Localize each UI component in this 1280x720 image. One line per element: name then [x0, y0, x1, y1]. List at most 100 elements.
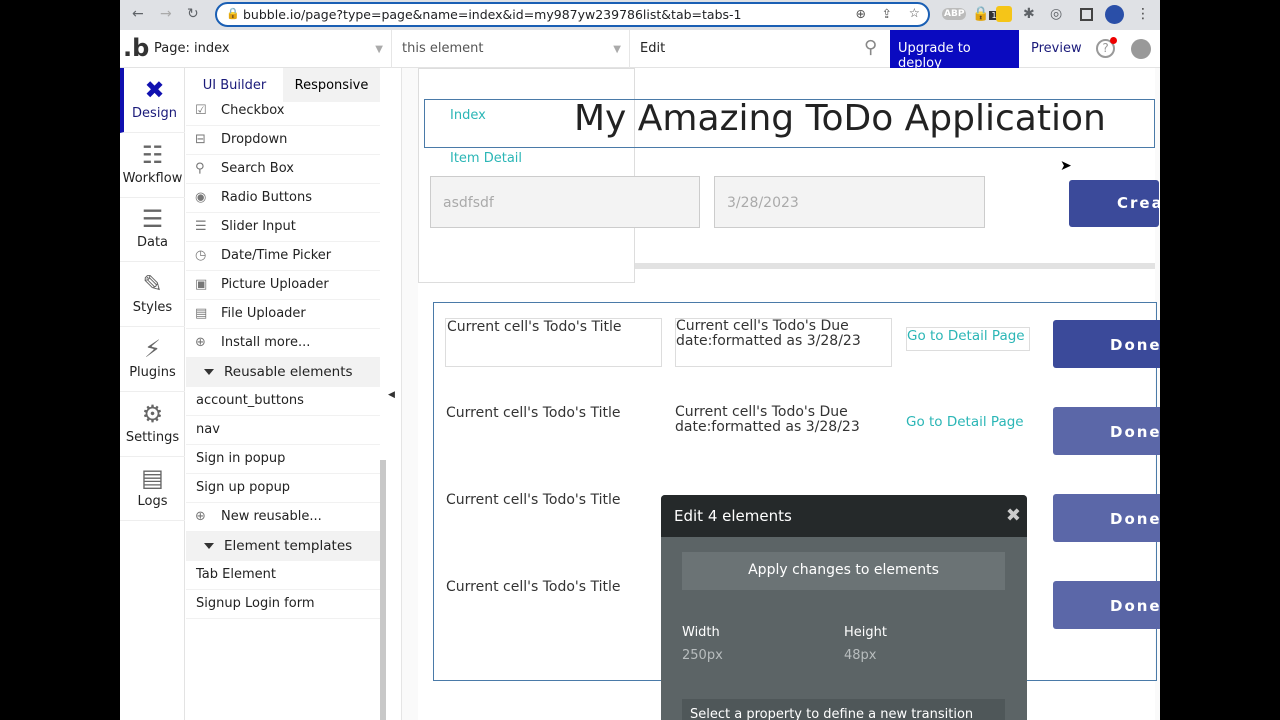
reusable-label: Sign in popup — [196, 451, 286, 466]
design-icon: ✖ — [144, 76, 165, 104]
element-label: Slider Input — [221, 219, 296, 234]
template-item[interactable]: Tab Element — [186, 561, 380, 590]
nav-settings[interactable]: ⚙ Settings — [120, 392, 185, 457]
reusable-item[interactable]: Sign up popup — [186, 474, 380, 503]
index-link[interactable]: Index — [450, 108, 486, 123]
nav-styles[interactable]: ✎ Styles — [120, 262, 185, 328]
collapse-panel-icon[interactable]: ◀ — [388, 390, 395, 400]
todo-title-cell[interactable]: Current cell's Todo's Title — [445, 492, 662, 541]
chevron-down-icon: ▼ — [613, 44, 621, 55]
reusable-item[interactable]: ⊕ New reusable... — [186, 503, 380, 532]
reusable-item[interactable]: nav — [186, 416, 380, 445]
share-icon[interactable]: ⇪ — [882, 6, 892, 21]
page-select-label: Page: index — [154, 41, 230, 56]
template-item[interactable]: Signup Login form — [186, 590, 380, 619]
todo-title-cell[interactable]: Current cell's Todo's Title — [445, 579, 662, 628]
element-item[interactable]: ⚲ Search Box — [186, 155, 380, 184]
reusable-item[interactable]: account_buttons — [186, 387, 380, 416]
element-icon: ▣ — [195, 277, 208, 292]
element-select[interactable]: this element ▼ — [392, 30, 630, 68]
element-item[interactable]: ◷ Date/Time Picker — [186, 242, 380, 271]
element-item[interactable]: ⊟ Dropdown — [186, 126, 380, 155]
editor-nav: ✖ Design ☷ Workflow ☰ Data ✎ Styles ⚡ Plugins ⚙ Set… — [120, 68, 185, 720]
done-button[interactable]: Done — [1053, 494, 1160, 542]
plugin-icon: ⚡ — [144, 334, 161, 363]
todo-title-cell[interactable]: Current cell's Todo's Title — [445, 405, 662, 454]
nav-plugins[interactable]: ⚡ Plugins — [120, 327, 185, 392]
extensions-icon[interactable]: ✱ — [1023, 6, 1035, 22]
done-button[interactable]: Done — [1053, 581, 1160, 629]
back-icon[interactable]: ← — [132, 6, 144, 22]
page-select[interactable]: Page: index ▼ — [144, 30, 392, 68]
element-icon: ◉ — [195, 190, 207, 205]
element-icon: ☰ — [195, 219, 207, 234]
element-item[interactable]: ▣ Picture Uploader — [186, 271, 380, 300]
nav-label: Design — [132, 106, 177, 121]
extension-icon[interactable]: ◎ — [1050, 6, 1062, 22]
element-select-label: this element — [402, 41, 484, 56]
todo-due-cell[interactable]: Current cell's Todo's Due date:formatted… — [675, 405, 892, 454]
reusable-label: New reusable... — [221, 509, 322, 524]
element-templates-section[interactable]: Element templates — [186, 532, 380, 561]
preview-button[interactable]: Preview — [1031, 41, 1082, 56]
element-item[interactable]: ☑ Checkbox — [186, 97, 380, 126]
upgrade-button[interactable]: Upgrade to deploy — [890, 30, 1019, 71]
apply-changes-button[interactable]: Apply changes to elements — [682, 552, 1005, 590]
edit-elements-popup: Edit 4 elements ✖ Apply changes to elemen… — [661, 495, 1027, 720]
width-label: Width — [682, 625, 720, 640]
nav-workflow[interactable]: ☷ Workflow — [120, 133, 185, 198]
address-bar[interactable]: 🔒 bubble.io/page?type=page&name=index&id… — [215, 2, 930, 27]
reusable-elements-section[interactable]: Reusable elements — [186, 358, 380, 387]
todo-title-cell[interactable]: Current cell's Todo's Title — [445, 318, 662, 367]
panel-scrollbar[interactable] — [380, 460, 386, 720]
reusable-label: Sign up popup — [196, 480, 291, 495]
due-date-input[interactable]: 3/28/2023 — [714, 176, 985, 228]
nav-design[interactable]: ✖ Design — [120, 68, 185, 133]
done-button[interactable]: Done — [1053, 320, 1160, 368]
close-icon[interactable]: ✖ — [1006, 505, 1021, 526]
element-item[interactable]: ⊕ Install more... — [186, 329, 380, 358]
popup-title: Edit 4 elements — [674, 507, 792, 525]
account-icon[interactable] — [1131, 39, 1151, 59]
todo-title-input[interactable]: asdfsdf — [430, 176, 700, 228]
detail-page-link[interactable]: Go to Detail Page — [906, 327, 1030, 351]
editor-topbar: .b Page: index ▼ this element ▼ Edit ⚲ Upg… — [120, 30, 1160, 71]
screen: ← → ↻ 🔒 bubble.io/page?type=page&name=in… — [120, 0, 1160, 720]
element-icon: ⊟ — [195, 132, 206, 147]
element-item[interactable]: ☰ Slider Input — [186, 213, 380, 242]
reload-icon[interactable]: ↻ — [187, 6, 199, 22]
avatar[interactable] — [1105, 5, 1124, 24]
todo-due-cell[interactable]: Current cell's Todo's Due date:formatted… — [675, 318, 892, 367]
height-label: Height — [844, 625, 887, 640]
sidebar-icon[interactable] — [1080, 8, 1093, 21]
forward-icon[interactable]: → — [160, 6, 172, 22]
element-item[interactable]: ◉ Radio Buttons — [186, 184, 380, 213]
nav-logs[interactable]: ▤ Logs — [120, 456, 185, 522]
search-icon[interactable]: ⚲ — [864, 37, 877, 58]
height-value[interactable]: 48px — [844, 648, 877, 663]
workflow-icon: ☷ — [141, 140, 164, 169]
page-title: My Amazing ToDo Application — [574, 98, 1106, 139]
abp-extension-icon[interactable]: ABP — [942, 8, 967, 20]
nav-data[interactable]: ☰ Data — [120, 197, 185, 263]
element-icon: ▤ — [195, 306, 208, 321]
element-icon: ◷ — [195, 248, 207, 263]
reusable-item[interactable]: Sign in popup — [186, 445, 380, 474]
detail-page-link[interactable]: Go to Detail Page — [906, 414, 1030, 438]
width-value[interactable]: 250px — [682, 648, 723, 663]
edit-menu[interactable]: Edit — [630, 30, 690, 68]
menu-icon[interactable]: ⋮ — [1136, 6, 1150, 22]
nav-label: Workflow — [122, 170, 183, 186]
lock-extension-icon[interactable]: 🔒 1 — [972, 6, 999, 22]
done-button[interactable]: Done — [1053, 407, 1160, 455]
template-label: Signup Login form — [196, 596, 315, 611]
bulb-extension-icon[interactable] — [996, 6, 1012, 22]
zoom-icon[interactable]: ⊕ — [856, 6, 866, 21]
star-icon[interactable]: ☆ — [909, 5, 920, 20]
element-item[interactable]: ▤ File Uploader — [186, 300, 380, 329]
item-detail-link[interactable]: Item Detail — [450, 151, 522, 166]
nav-label: Logs — [137, 494, 168, 510]
create-button[interactable]: Crea — [1069, 180, 1160, 227]
element-icon: ⊕ — [195, 335, 206, 350]
transition-property-select[interactable]: Select a property to define a new transi… — [682, 699, 1005, 720]
